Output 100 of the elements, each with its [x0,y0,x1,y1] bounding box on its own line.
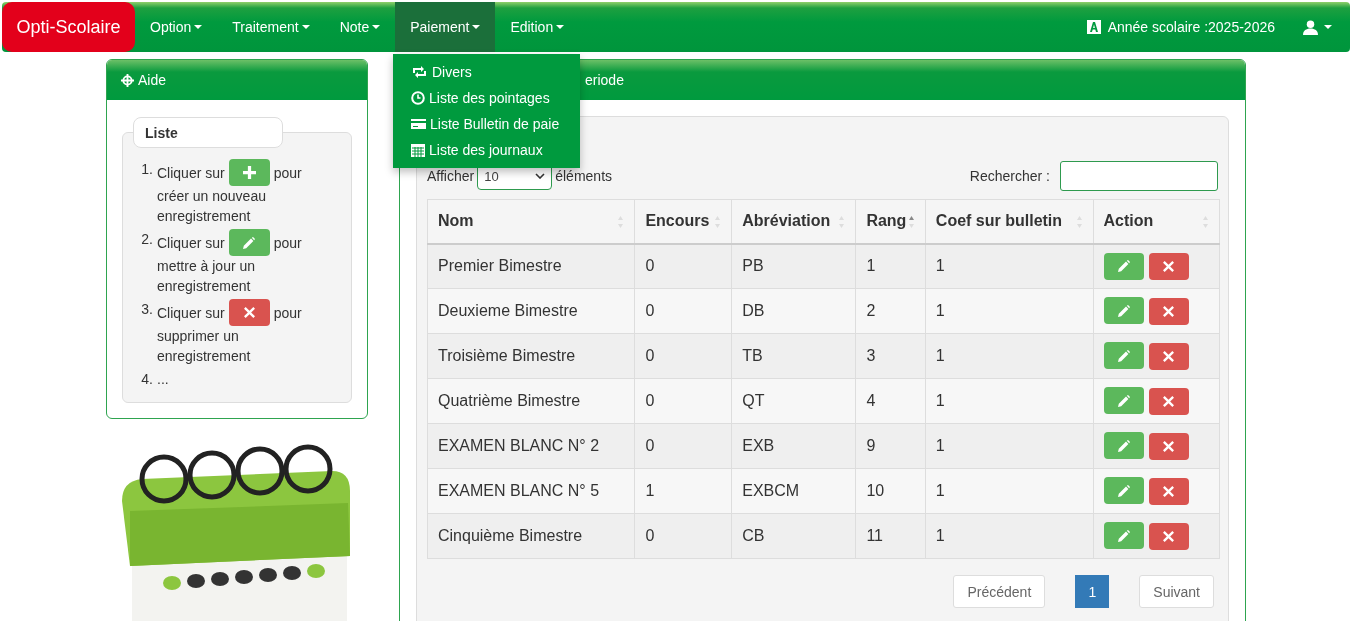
pencil-icon [1117,304,1130,317]
step-text: pour [273,233,302,253]
table-cell: EXB [731,423,856,469]
step-text: Cliquer sur [157,163,225,183]
column-header[interactable]: Action [1093,199,1220,244]
column-header[interactable]: Abréviation [731,199,856,244]
table-cell: 1 [925,288,1094,334]
edit-button[interactable] [1103,432,1144,460]
menu-item[interactable]: Traitement [217,2,325,52]
pencil-icon [243,236,256,249]
dropdown-item[interactable]: Liste des pointages [393,85,580,111]
menu-item[interactable]: Note [324,2,396,52]
previous-button[interactable]: Précédent [953,575,1046,608]
pencil-icon [1117,439,1130,452]
dropdown-item[interactable]: Liste des journaux [393,137,580,163]
brand-logo[interactable]: Opti-Scolaire [2,2,135,52]
clock-icon [411,91,425,105]
step-text: ... [157,370,169,389]
table-cell: 9 [855,423,926,469]
column-header[interactable]: Coef sur bulletin [925,199,1094,244]
table-cell: PB [731,243,856,289]
edit-button[interactable] [1103,522,1144,550]
delete-button[interactable] [1148,522,1189,550]
menu-item[interactable]: Paiement [395,2,496,52]
column-header[interactable]: Nom [427,199,635,244]
table-cell: 1 [855,243,926,289]
pencil-icon [1117,529,1130,542]
table-cell: 1 [925,333,1094,379]
step-text: Cliquer sur [157,233,225,253]
edit-button[interactable] [1103,477,1144,505]
table-cell: 0 [634,243,732,289]
edit-button[interactable] [1103,252,1144,280]
table-cell: 4 [855,378,926,424]
panel-title: eriode [585,72,624,88]
close-icon [1163,350,1175,362]
pencil-icon [1117,484,1130,497]
table-cell: Troisième Bimestre [427,333,635,379]
table-cell: QT [731,378,856,424]
pencil-icon [1117,394,1130,407]
plus-icon [242,166,256,179]
table-cell: Premier Bimestre [427,243,635,289]
table-cell: 1 [634,468,732,514]
table-cell: 0 [634,513,732,559]
delete-button[interactable] [1148,432,1189,460]
card-icon [411,118,426,130]
close-icon [1163,305,1175,317]
search-label: Rechercher : [969,168,1050,184]
dropdown-item[interactable]: Liste Bulletin de paie [393,111,580,137]
close-icon [243,307,255,318]
table-cell: 0 [634,288,732,334]
table-cell: TB [731,333,856,379]
table-cell: 1 [925,423,1094,469]
table-cell: EXBCM [731,468,856,514]
column-header[interactable]: Rang [855,199,926,244]
dropdown-item[interactable]: Divers [393,59,580,85]
table-cell: 2 [855,288,926,334]
crosshair-icon [121,73,134,87]
step-number: 1. [140,160,153,179]
next-button[interactable]: Suivant [1139,575,1214,608]
delete-button[interactable] [1148,297,1189,325]
user-menu[interactable] [1303,19,1332,35]
menu-item[interactable]: Option [135,2,218,52]
table-cell: 1 [925,378,1094,424]
step-text: supprimer un enregistrement [157,327,252,366]
table-cell: 0 [634,423,732,469]
menu-item[interactable]: Edition [495,2,580,52]
search-field[interactable] [1060,161,1218,191]
delete-button[interactable] [1148,387,1189,415]
edit-button[interactable] [1103,387,1144,415]
delete-button[interactable] [1148,477,1189,505]
show-label: Afficher [427,168,475,184]
close-icon [1163,485,1175,497]
step-text: pour [273,163,302,183]
table-cell: EXAMEN BLANC N° 2 [427,423,635,469]
delete-button[interactable] [1148,253,1189,280]
user-icon [1303,19,1318,35]
table-cell: 0 [634,378,732,424]
delete-button[interactable] [1148,342,1189,370]
table-cell: CB [731,513,856,559]
page-button[interactable]: 1 [1075,575,1110,608]
table-cell: 0 [634,333,732,379]
school-year: Année scolaire :2025-2026 [1107,19,1275,35]
pencil-icon [1117,260,1130,272]
column-header[interactable]: Encours [634,199,732,244]
close-icon [1163,395,1175,407]
table-cell: 1 [925,243,1094,289]
font-icon [1086,20,1101,34]
table-cell: EXAMEN BLANC N° 5 [427,468,635,514]
chevron-icon [535,173,546,179]
table-cell: 10 [855,468,926,514]
edit-button[interactable] [1103,342,1144,370]
table-cell: 1 [925,468,1094,514]
step-text: pour [273,303,302,323]
repeat-icon [411,66,428,78]
close-icon [1163,530,1175,542]
table-cell: DB [731,288,856,334]
table-cell: 3 [855,333,926,379]
table-cell: 11 [855,513,926,559]
edit-button[interactable] [1103,297,1144,325]
show-suffix: éléments [555,168,613,184]
